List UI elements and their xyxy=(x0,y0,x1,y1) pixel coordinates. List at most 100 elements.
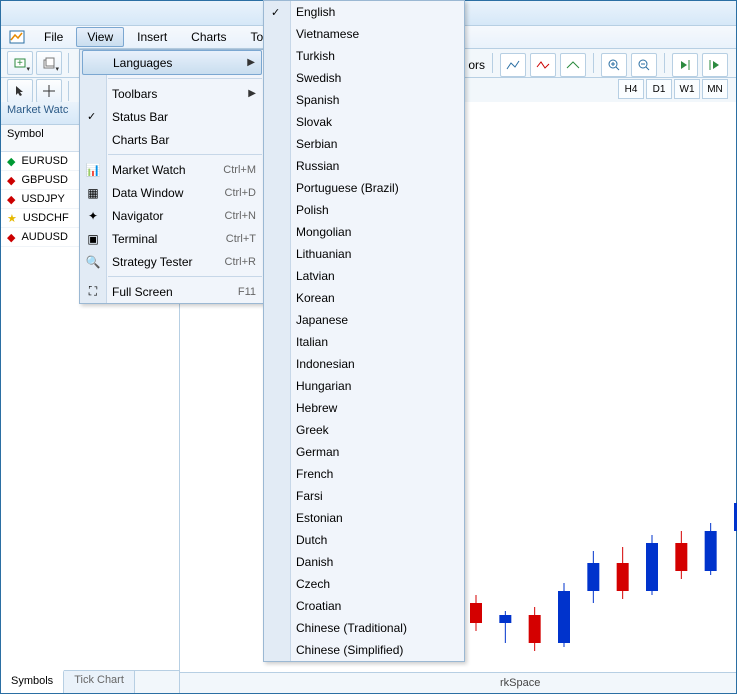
language-label: Latvian xyxy=(296,269,335,283)
language-item-serbian[interactable]: Serbian xyxy=(264,133,464,155)
language-label: Czech xyxy=(296,577,330,591)
menu-item-languages[interactable]: Languages▶ xyxy=(82,50,262,75)
symbol-name: EURUSD xyxy=(21,155,67,167)
language-item-croatian[interactable]: Croatian xyxy=(264,595,464,617)
menu-item-terminal[interactable]: ▣ TerminalCtrl+T xyxy=(80,227,264,250)
navigator-icon: ✦ xyxy=(84,209,102,223)
timeframe-h4[interactable]: H4 xyxy=(618,79,644,99)
menu-view[interactable]: View xyxy=(76,27,124,47)
languages-submenu: ✓EnglishVietnamese Turkish SwedishSpanish S… xyxy=(263,0,465,662)
menu-file[interactable]: File xyxy=(33,27,74,47)
language-label: Farsi xyxy=(296,489,323,503)
menu-item-status-bar[interactable]: ✓ Status Bar xyxy=(80,105,264,128)
crosshair-button[interactable] xyxy=(36,79,62,103)
language-item-mongolian[interactable]: Mongolian xyxy=(264,221,464,243)
timeframe-bar: H4 D1 W1 MN xyxy=(618,79,728,99)
language-item-japanese[interactable]: Japanese xyxy=(264,309,464,331)
toolbar-separator xyxy=(664,53,665,73)
shift-chart-button[interactable] xyxy=(702,53,728,77)
language-item-portuguese-brazil-[interactable]: Portuguese (Brazil) xyxy=(264,177,464,199)
language-item-turkish[interactable]: Turkish xyxy=(264,45,464,67)
menu-item-charts-bar[interactable]: Charts Bar xyxy=(80,128,264,151)
language-label: Turkish xyxy=(296,49,335,63)
language-label: Korean xyxy=(296,291,335,305)
language-item-dutch[interactable]: Dutch xyxy=(264,529,464,551)
language-item-russian[interactable]: Russian xyxy=(264,155,464,177)
new-chart-button[interactable]: +▾ xyxy=(7,51,33,75)
language-item-hebrew[interactable]: Hebrew xyxy=(264,397,464,419)
toolbar-truncated-text: ors xyxy=(468,58,485,72)
language-item-indonesian[interactable]: Indonesian xyxy=(264,353,464,375)
menu-item-data-window[interactable]: ▦ Data WindowCtrl+D xyxy=(80,181,264,204)
check-icon: ✓ xyxy=(271,6,280,19)
toolbar-right-fragment: ors xyxy=(468,53,728,77)
zoom-out-button[interactable] xyxy=(631,53,657,77)
language-item-czech[interactable]: Czech xyxy=(264,573,464,595)
app-icon xyxy=(7,28,27,46)
timeframe-d1[interactable]: D1 xyxy=(646,79,672,99)
language-item-vietnamese[interactable]: Vietnamese xyxy=(264,23,464,45)
language-item-chinese-simplified-[interactable]: Chinese (Simplified) xyxy=(264,639,464,661)
language-item-korean[interactable]: Korean xyxy=(264,287,464,309)
menu-insert[interactable]: Insert xyxy=(126,27,178,47)
toolbar-separator xyxy=(68,53,69,73)
language-label: Mongolian xyxy=(296,225,351,239)
symbol-name: GBPUSD xyxy=(21,174,67,186)
language-label: Russian xyxy=(296,159,339,173)
fullscreen-icon: ⛶ xyxy=(84,284,102,299)
language-label: Estonian xyxy=(296,511,343,525)
zoom-in-button[interactable] xyxy=(601,53,627,77)
language-item-italian[interactable]: Italian xyxy=(264,331,464,353)
language-item-farsi[interactable]: Farsi xyxy=(264,485,464,507)
language-item-english[interactable]: ✓English xyxy=(264,1,464,23)
language-label: Greek xyxy=(296,423,329,437)
menu-item-strategy-tester[interactable]: 🔍 Strategy TesterCtrl+R xyxy=(80,250,264,273)
direction-icon: ◆ xyxy=(7,231,15,244)
indicator-button-3[interactable] xyxy=(560,53,586,77)
market-watch-icon: 📊 xyxy=(84,163,102,177)
language-item-french[interactable]: French xyxy=(264,463,464,485)
tab-symbols[interactable]: Symbols xyxy=(1,670,64,693)
symbol-name: AUDUSD xyxy=(21,231,67,243)
language-label: Portuguese (Brazil) xyxy=(296,181,399,195)
terminal-icon: ▣ xyxy=(84,232,102,246)
language-item-german[interactable]: German xyxy=(264,441,464,463)
language-item-hungarian[interactable]: Hungarian xyxy=(264,375,464,397)
language-item-spanish[interactable]: Spanish xyxy=(264,89,464,111)
direction-icon: ◆ xyxy=(7,174,15,187)
language-item-slovak[interactable]: Slovak xyxy=(264,111,464,133)
profiles-button[interactable]: ▾ xyxy=(36,51,62,75)
cursor-button[interactable] xyxy=(7,79,33,103)
language-label: Hungarian xyxy=(296,379,351,393)
language-item-polish[interactable]: Polish xyxy=(264,199,464,221)
workspace-tab[interactable]: rkSpace xyxy=(180,672,736,693)
language-label: Chinese (Simplified) xyxy=(296,643,403,657)
language-label: Indonesian xyxy=(296,357,355,371)
timeframe-mn[interactable]: MN xyxy=(702,79,728,99)
language-item-latvian[interactable]: Latvian xyxy=(264,265,464,287)
menu-item-market-watch[interactable]: 📊 Market WatchCtrl+M xyxy=(80,158,264,181)
language-item-lithuanian[interactable]: Lithuanian xyxy=(264,243,464,265)
tab-tick-chart[interactable]: Tick Chart xyxy=(64,671,135,693)
timeframe-w1[interactable]: W1 xyxy=(674,79,700,99)
toolbar-separator xyxy=(593,53,594,73)
language-label: Slovak xyxy=(296,115,332,129)
view-menu-popup: Languages▶ Toolbars▶ ✓ Status Bar Charts… xyxy=(79,49,265,304)
toolbar-separator xyxy=(492,53,493,73)
language-item-swedish[interactable]: Swedish xyxy=(264,67,464,89)
language-item-greek[interactable]: Greek xyxy=(264,419,464,441)
indicator-button-2[interactable] xyxy=(530,53,556,77)
menu-item-navigator[interactable]: ✦ NavigatorCtrl+N xyxy=(80,204,264,227)
menu-item-toolbars[interactable]: Toolbars▶ xyxy=(80,82,264,105)
app-window: File View Insert Charts Too +▾ ▾ ors H4 … xyxy=(0,0,737,694)
indicator-button-1[interactable] xyxy=(500,53,526,77)
menu-charts[interactable]: Charts xyxy=(180,27,237,47)
scroll-end-button[interactable] xyxy=(672,53,698,77)
menu-item-full-screen[interactable]: ⛶ Full ScreenF11 xyxy=(80,280,264,303)
language-item-danish[interactable]: Danish xyxy=(264,551,464,573)
language-label: Dutch xyxy=(296,533,327,547)
check-icon: ✓ xyxy=(87,110,96,123)
language-item-estonian[interactable]: Estonian xyxy=(264,507,464,529)
language-item-chinese-traditional-[interactable]: Chinese (Traditional) xyxy=(264,617,464,639)
menu-separator xyxy=(108,276,262,277)
